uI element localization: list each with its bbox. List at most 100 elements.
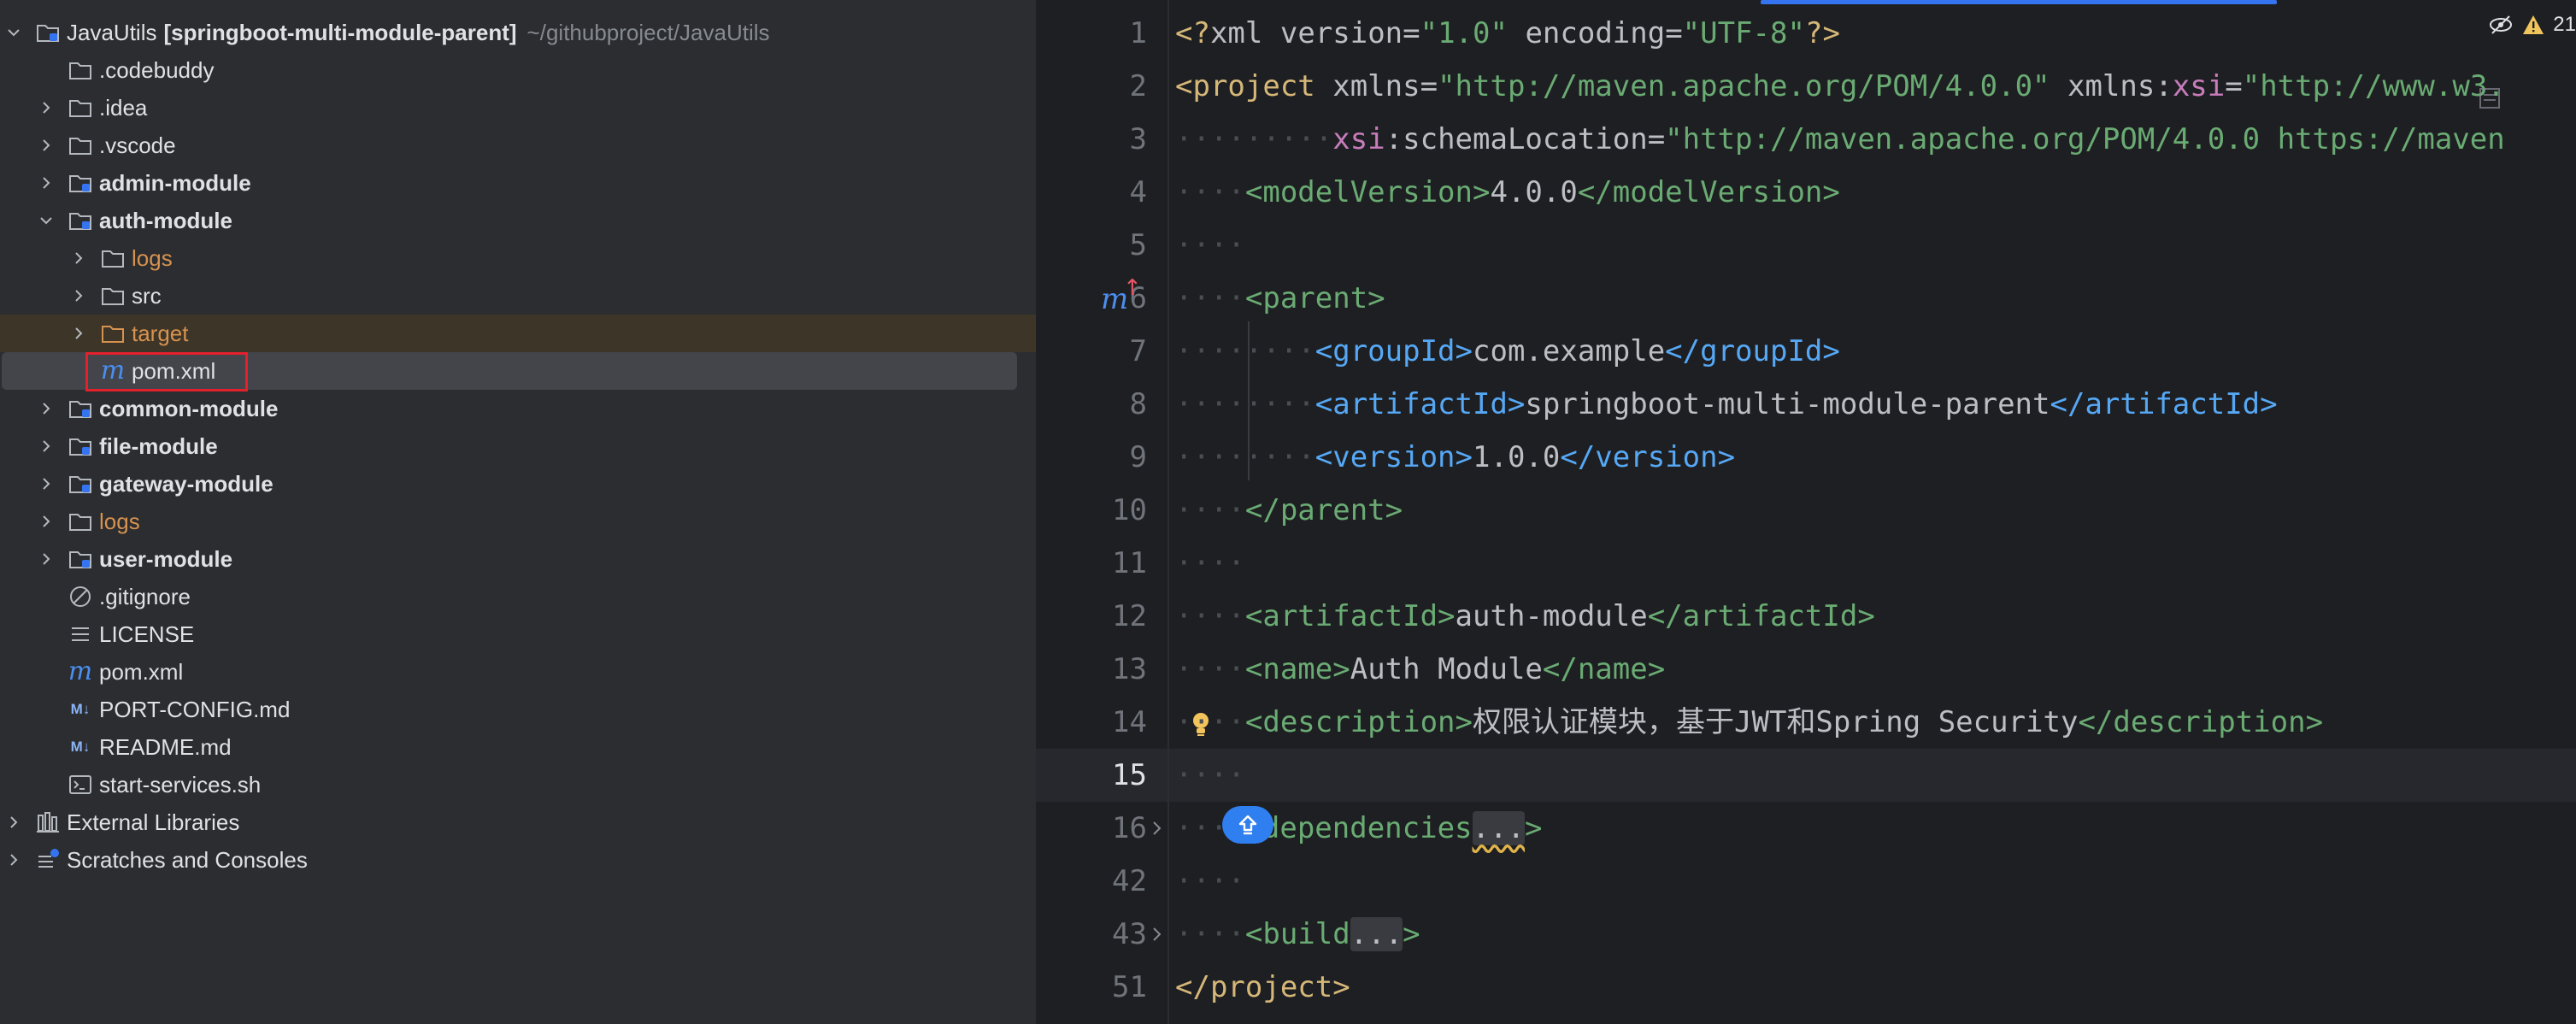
code-line-6: ····<parent> xyxy=(1175,281,1385,315)
folded-region[interactable]: ... xyxy=(1472,811,1525,845)
chevron-right-icon[interactable] xyxy=(38,174,55,191)
tree-item-label: LICENSE xyxy=(99,621,195,647)
code-line-8: ········<artifactId>springboot-multi-mod… xyxy=(1175,387,2278,421)
tree-item-gitignore[interactable]: .gitignore xyxy=(0,578,1036,615)
reader-mode-icon[interactable] xyxy=(2477,85,2502,111)
tree-item-label: Scratches and Consoles xyxy=(67,847,308,873)
text-file-icon xyxy=(67,621,94,648)
module-folder-icon xyxy=(67,395,94,422)
code-line-14: ····<description>权限认证模块，基于JWT和Spring Sec… xyxy=(1175,705,2324,739)
module-folder-icon xyxy=(67,169,94,197)
tree-item-label: common-module xyxy=(99,396,279,421)
line-number: 14 xyxy=(1112,705,1147,739)
chevron-right-icon[interactable] xyxy=(70,250,87,267)
code-line-12: ····<artifactId>auth-module</artifactId> xyxy=(1175,599,1875,633)
tree-item-label: src xyxy=(132,283,162,309)
tree-item-file-module[interactable]: file-module xyxy=(0,427,1036,465)
tree-item-auth-logs[interactable]: logs xyxy=(0,239,1036,277)
chevron-right-icon[interactable] xyxy=(38,513,55,530)
expand-fold-icon[interactable] xyxy=(1147,925,1166,944)
code-editor[interactable]: 1 2 3 4 5 6 7 8 9 10 11 12 13 14 15 16 4… xyxy=(1036,0,2576,1024)
tree-item-target[interactable]: target xyxy=(0,315,1036,352)
chevron-right-icon[interactable] xyxy=(38,438,55,455)
tree-item-root-pom[interactable]: m pom.xml xyxy=(0,653,1036,691)
expand-fold-icon[interactable] xyxy=(1147,819,1166,838)
tree-item-codebuddy[interactable]: .codebuddy xyxy=(0,51,1036,89)
line-number: 16 xyxy=(1112,811,1147,845)
code-line-3: ·········xsi:schemaLocation="http://mave… xyxy=(1175,122,2505,156)
tree-item-label: External Libraries xyxy=(67,809,240,835)
chevron-right-icon[interactable] xyxy=(70,325,87,342)
line-number: 5 xyxy=(1129,228,1147,262)
chevron-right-icon[interactable] xyxy=(38,137,55,154)
code-line-51: </project> xyxy=(1175,970,1350,1004)
chevron-right-icon[interactable] xyxy=(70,287,87,304)
chevron-right-icon[interactable] xyxy=(5,814,22,831)
chevron-right-icon[interactable] xyxy=(5,851,22,868)
tree-item-admin-module[interactable]: admin-module xyxy=(0,164,1036,202)
reload-icon xyxy=(1238,815,1257,835)
tree-item-label: auth-module xyxy=(99,208,232,233)
module-folder-icon xyxy=(67,207,94,234)
tree-item-user-module[interactable]: user-module xyxy=(0,540,1036,578)
arrow-up-icon: ↑ xyxy=(1123,275,1142,301)
line-number: 11 xyxy=(1112,546,1147,580)
warning-icon xyxy=(2523,15,2544,34)
line-number: 12 xyxy=(1112,599,1147,633)
tree-item-auth-module[interactable]: auth-module xyxy=(0,202,1036,239)
tree-item-logs[interactable]: logs xyxy=(0,503,1036,540)
chevron-right-icon[interactable] xyxy=(38,400,55,417)
code-line-5: ···· xyxy=(1175,228,1245,262)
module-folder-icon xyxy=(67,470,94,497)
chevron-right-icon[interactable] xyxy=(38,99,55,116)
tree-item-label: start-services.sh xyxy=(99,772,262,797)
line-number: 1 xyxy=(1129,16,1147,50)
project-tree-panel: JavaUtils [springboot-multi-module-paren… xyxy=(0,0,1036,1024)
tree-item-label: logs xyxy=(132,245,173,271)
code-line-11: ···· xyxy=(1175,546,1245,580)
tree-item-scratches[interactable]: Scratches and Consoles xyxy=(0,841,1036,879)
tree-item-label: gateway-module xyxy=(99,471,273,497)
tree-item-idea[interactable]: .idea xyxy=(0,89,1036,127)
tree-item-external-libraries[interactable]: External Libraries xyxy=(0,803,1036,841)
chevron-down-icon[interactable] xyxy=(38,212,55,229)
chevron-down-icon[interactable] xyxy=(5,24,22,41)
code-line-15: ···· xyxy=(1175,758,1245,792)
current-line-highlight xyxy=(1036,749,2576,802)
tree-item-vscode[interactable]: .vscode xyxy=(0,127,1036,164)
line-number: 9 xyxy=(1129,440,1147,474)
tree-item-gateway-module[interactable]: gateway-module xyxy=(0,465,1036,503)
tree-item-label: logs xyxy=(99,509,140,534)
ignore-file-icon xyxy=(67,583,94,610)
active-tab-indicator xyxy=(1761,0,2277,4)
eye-off-icon[interactable] xyxy=(2488,12,2514,38)
folder-icon xyxy=(67,94,94,121)
line-number: 3 xyxy=(1129,122,1147,156)
tree-item-port-config[interactable]: M↓ PORT-CONFIG.md xyxy=(0,691,1036,728)
tree-item-src[interactable]: src xyxy=(0,277,1036,315)
tree-item-label: user-module xyxy=(99,546,233,572)
tree-root-item[interactable]: JavaUtils [springboot-multi-module-paren… xyxy=(0,14,1036,51)
tree-item-label: .gitignore xyxy=(99,584,191,609)
markdown-icon: M↓ xyxy=(70,739,91,755)
tree-item-label: README.md xyxy=(99,734,232,760)
chevron-right-icon[interactable] xyxy=(38,475,55,492)
tree-item-label: file-module xyxy=(99,433,218,459)
tree-item-common-module[interactable]: common-module xyxy=(0,390,1036,427)
gutter-divider xyxy=(1167,0,1169,1024)
maven-icon: m xyxy=(68,656,93,686)
tree-item-start-services[interactable]: start-services.sh xyxy=(0,766,1036,803)
folded-region[interactable]: ... xyxy=(1350,917,1403,951)
chevron-right-icon[interactable] xyxy=(38,550,55,568)
tree-item-license[interactable]: LICENSE xyxy=(0,615,1036,653)
line-number: 4 xyxy=(1129,175,1147,209)
tree-item-label: .idea xyxy=(99,95,148,121)
maven-reload-button[interactable] xyxy=(1222,806,1273,844)
tree-item-label: admin-module xyxy=(99,170,251,196)
highlight-box xyxy=(85,352,248,391)
line-number: 2 xyxy=(1129,69,1147,103)
code-line-1: <?xml version="1.0" encoding="UTF-8"?> xyxy=(1175,16,1840,50)
tree-item-readme[interactable]: M↓ README.md xyxy=(0,728,1036,766)
inspection-widget[interactable]: 21 xyxy=(2488,12,2576,38)
code-line-10: ····</parent> xyxy=(1175,493,1403,527)
